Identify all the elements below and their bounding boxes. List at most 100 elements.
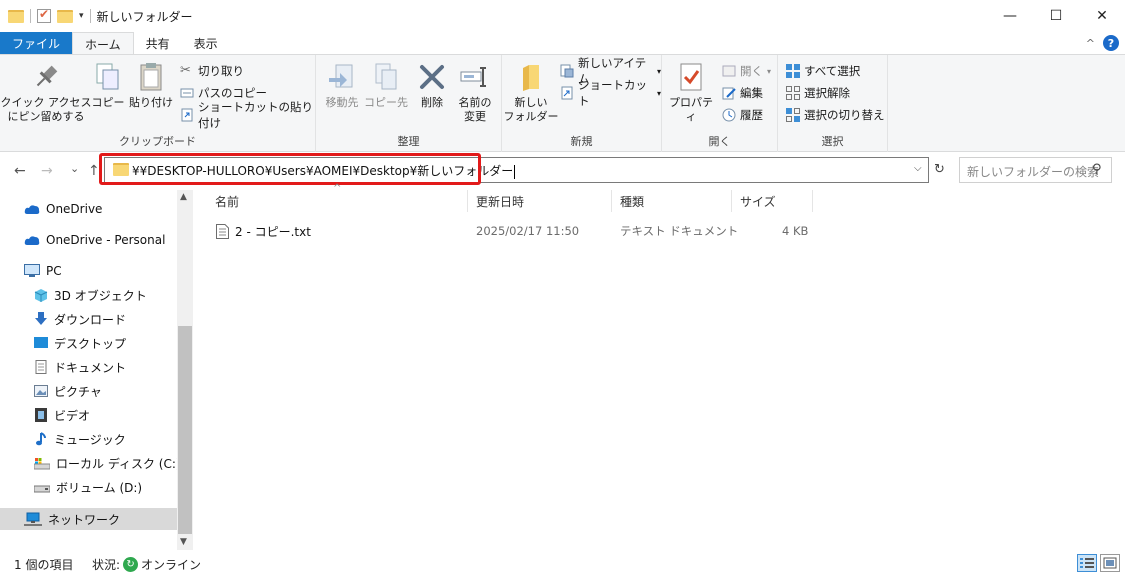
copy-to-button[interactable]: コピー先 [364, 61, 408, 110]
column-header-type[interactable]: 種類 [620, 190, 644, 212]
address-highlight-annotation [99, 153, 481, 185]
select-all-label: すべて選択 [804, 64, 861, 78]
nav-scrollbar-thumb[interactable] [178, 326, 192, 534]
divider [89, 9, 91, 23]
file-type: テキスト ドキュメント [620, 224, 739, 238]
nav-item-3d-objects[interactable]: 3D オブジェクト [34, 284, 147, 306]
column-divider[interactable] [731, 190, 732, 212]
open-button[interactable]: 開く ▾ [722, 61, 771, 81]
sort-ascending-icon: ^ [333, 183, 342, 194]
sync-status: 状況: ↻ オンライン [92, 556, 201, 573]
move-to-button[interactable]: 移動先 [320, 61, 364, 110]
scroll-up-icon[interactable]: ▲ [180, 192, 187, 202]
scroll-down-icon[interactable]: ▼ [180, 537, 187, 547]
file-size: 4 KB [782, 224, 809, 238]
monitor-icon [24, 264, 40, 277]
shortcut-button[interactable]: ショートカット ▾ [560, 78, 661, 108]
select-none-label: 選択解除 [804, 86, 850, 100]
new-folder-button[interactable]: 新しい フォルダー [504, 61, 559, 124]
up-button[interactable]: ↑ [88, 163, 100, 179]
copy-label: コピー [91, 96, 125, 109]
refresh-icon[interactable]: ↻ [934, 162, 945, 177]
pin-label: クイック アクセス にピン留めする [0, 96, 92, 123]
quick-access-toolbar: ▾ [0, 7, 91, 23]
paste-button[interactable]: 貼り付け [128, 61, 174, 110]
column-divider[interactable] [467, 190, 468, 212]
tab-home[interactable]: ホーム [72, 32, 134, 55]
ribbon: クイック アクセス にピン留めする コピー 貼り付け ✂ 切り取り パスのコピー… [0, 54, 1125, 152]
nav-item-onedrive[interactable]: OneDrive [24, 198, 102, 220]
column-divider[interactable] [812, 190, 813, 212]
nav-item-label: OneDrive [46, 202, 103, 216]
nav-item-network[interactable]: ネットワーク [0, 508, 177, 530]
nav-item-onedrive-personal[interactable]: OneDrive - Personal [24, 229, 165, 251]
desktop-icon [34, 337, 48, 348]
close-button[interactable]: ✕ [1079, 0, 1125, 32]
nav-item-documents[interactable]: ドキュメント [34, 356, 126, 378]
file-name: 2 - コピー.txt [235, 224, 311, 239]
copy-icon [92, 61, 124, 93]
paste-shortcut-button[interactable]: ショートカットの貼り付け [180, 100, 315, 130]
nav-item-downloads[interactable]: ダウンロード [34, 308, 126, 330]
column-header-size[interactable]: サイズ [740, 190, 776, 212]
forward-button[interactable]: → [41, 163, 53, 179]
invert-selection-label: 選択の切り替え [804, 108, 885, 122]
column-divider[interactable] [611, 190, 612, 212]
rename-button[interactable]: 名前の 変更 [454, 61, 496, 124]
properties-button[interactable]: プロパティ [666, 61, 716, 124]
shortcut-label: ショートカット [578, 78, 647, 108]
select-group-label: 選択 [821, 135, 844, 148]
cut-button[interactable]: ✂ 切り取り [180, 61, 244, 81]
history-button[interactable]: 履歴 [722, 105, 763, 125]
help-icon[interactable]: ? [1103, 35, 1119, 51]
open-group-label: 開く [708, 135, 731, 148]
clipboard-group: クイック アクセス にピン留めする コピー 貼り付け ✂ 切り取り パスのコピー… [0, 55, 316, 152]
file-name-cell[interactable]: 2 - コピー.txt [216, 223, 311, 239]
column-header-name[interactable]: 名前 [215, 190, 239, 212]
nav-item-volume-d[interactable]: ボリューム (D:) [34, 476, 142, 498]
minimize-button[interactable]: — [987, 0, 1033, 32]
maximize-button[interactable]: ☐ [1033, 0, 1079, 32]
clipboard-group-label: クリップボード [119, 135, 196, 148]
tab-view[interactable]: 表示 [182, 32, 230, 55]
nav-item-desktop[interactable]: デスクトップ [34, 332, 126, 354]
invert-selection-button[interactable]: 選択の切り替え [786, 105, 885, 125]
select-all-button[interactable]: すべて選択 [786, 61, 860, 81]
recent-locations-button[interactable]: ⌄ [70, 162, 79, 175]
tab-file[interactable]: ファイル [0, 32, 73, 55]
edit-button[interactable]: 編集 [722, 83, 763, 103]
delete-button[interactable]: 削除 [414, 61, 450, 110]
column-header-modified[interactable]: 更新日時 [476, 190, 524, 212]
select-all-icon [786, 64, 800, 78]
details-view-button[interactable] [1077, 554, 1097, 572]
disk-icon [34, 458, 50, 470]
chevron-down-icon: ▾ [767, 66, 772, 76]
nav-item-local-disk-c[interactable]: ローカル ディスク (C:) [34, 452, 181, 474]
paste-shortcut-icon [180, 108, 194, 122]
nav-item-label: ダウンロード [54, 312, 127, 327]
text-caret [514, 164, 516, 179]
properties-icon[interactable] [37, 7, 51, 23]
tab-share[interactable]: 共有 [134, 32, 182, 55]
large-icons-view-button[interactable] [1100, 554, 1120, 572]
nav-item-pc[interactable]: PC [24, 260, 62, 282]
properties-label: プロパティ [669, 96, 713, 123]
file-modified: 2025/02/17 11:50 [476, 224, 580, 238]
collapse-ribbon-icon[interactable]: ^ [1086, 37, 1095, 50]
text-file-icon [216, 223, 229, 239]
back-button[interactable]: ← [14, 163, 26, 179]
search-icon[interactable]: ⚲ [1092, 162, 1102, 177]
nav-item-music[interactable]: ミュージック [34, 428, 126, 450]
window-title: 新しいフォルダー [96, 9, 193, 24]
customize-qat-icon[interactable]: ▾ [79, 11, 84, 21]
cloud-icon [24, 205, 40, 214]
nav-item-videos[interactable]: ビデオ [34, 404, 90, 426]
nav-item-pictures[interactable]: ピクチャ [34, 380, 102, 402]
new-folder-icon[interactable] [57, 9, 73, 23]
pin-quick-access-button[interactable]: クイック アクセス にピン留めする [1, 61, 91, 124]
search-input[interactable]: 新しいフォルダーの検索 [967, 163, 1099, 180]
copy-button[interactable]: コピー [90, 61, 126, 110]
large-icons-view-icon [1103, 557, 1117, 569]
select-none-button[interactable]: 選択解除 [786, 83, 850, 103]
chevron-down-icon[interactable]: ⌵ [914, 163, 922, 174]
